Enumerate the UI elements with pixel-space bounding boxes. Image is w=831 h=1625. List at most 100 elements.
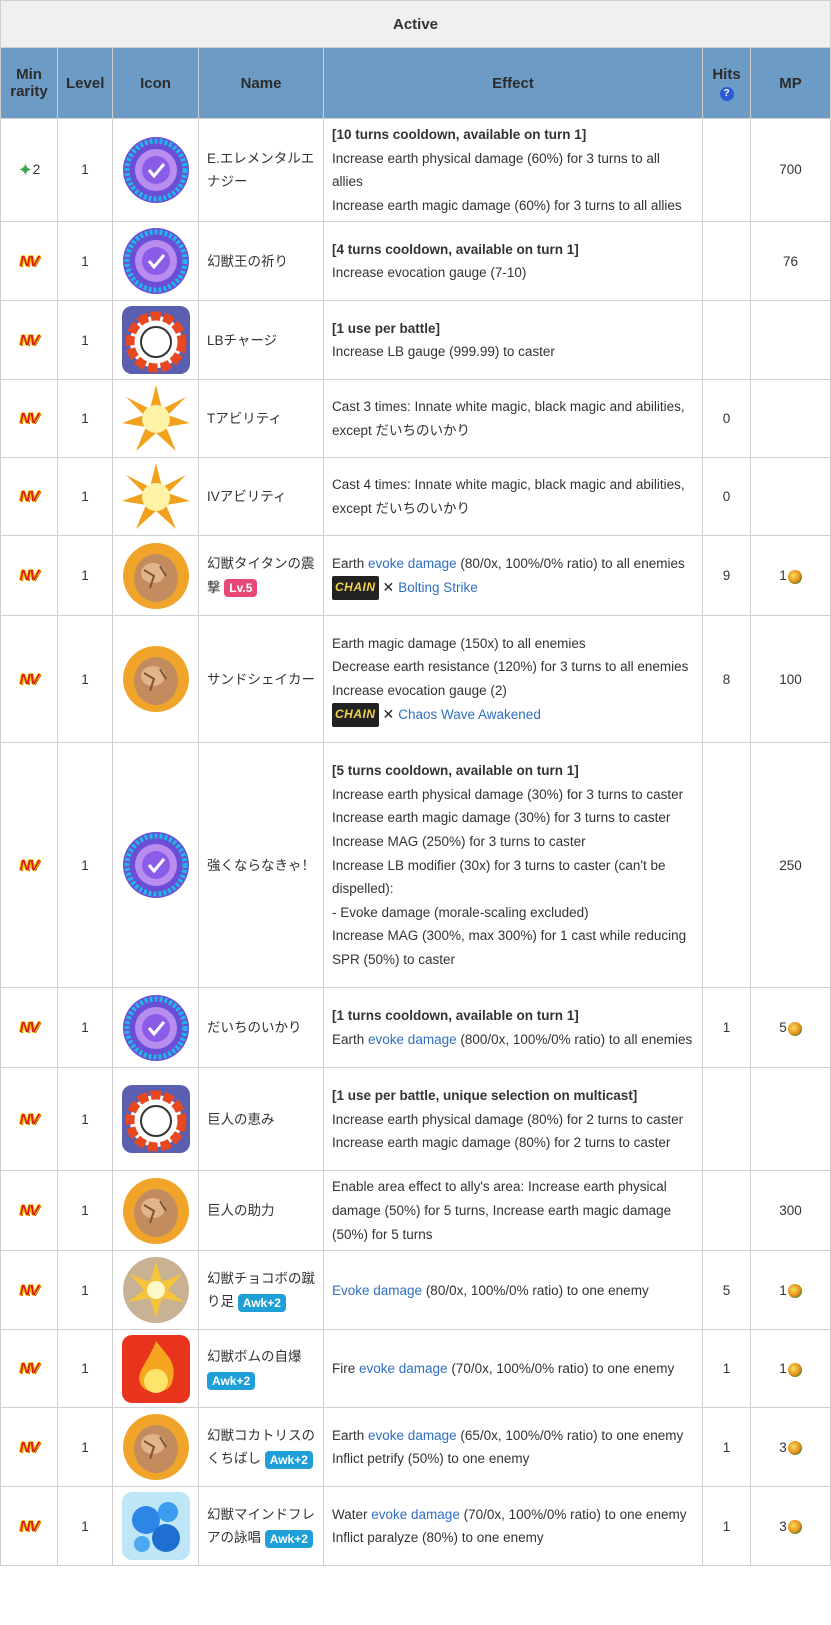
effect-text: Fire — [332, 1361, 359, 1377]
effect-text: (80/0x, 100%/0% ratio) to all enemies — [456, 555, 685, 571]
vortex-icon — [120, 225, 192, 297]
evoke-damage-link[interactable]: evoke damage — [371, 1507, 460, 1522]
nv-rarity-icon: NV — [19, 1202, 40, 1220]
col-mp[interactable]: MP — [749, 47, 831, 119]
name-cell[interactable]: 幻獣チョコボの蹴り足 Awk+2 — [198, 1250, 324, 1331]
nv-rarity-icon: NV — [19, 1019, 40, 1037]
evoke-damage-link[interactable]: evoke damage — [368, 556, 457, 571]
rock-icon — [120, 540, 192, 612]
table-row: NV 1 幻獣タイタンの震撃 Lv.5 Earth evoke damage (… — [0, 535, 831, 617]
chain-link[interactable]: Bolting Strike — [398, 580, 478, 595]
col-icon[interactable]: Icon — [112, 47, 199, 119]
level-cell: 1 — [57, 1407, 113, 1488]
esper-orb-icon — [787, 1520, 802, 1535]
rarity-cell: NV — [0, 1329, 58, 1409]
effect-line: - Evoke damage (morale-scaling excluded) — [332, 904, 589, 920]
name-cell[interactable]: E.エレメンタルエナジー — [198, 117, 324, 223]
level-cell: 1 — [57, 379, 113, 459]
name-cell[interactable]: 幻獣タイタンの震撃 Lv.5 — [198, 535, 324, 617]
effect-line: Increase earth magic damage (30%) for 3 … — [332, 810, 671, 826]
effect-text: (80/0x, 100%/0% ratio) to one enemy — [422, 1282, 649, 1298]
ability-name[interactable]: Tアビリティ — [207, 411, 282, 426]
mp-cell: 1 — [749, 1329, 831, 1409]
name-cell[interactable]: 巨人の恵み — [198, 1067, 324, 1172]
table-row: NV 1 幻獣マインドフレアの詠唱 Awk+2 Water evoke dama… — [0, 1486, 831, 1567]
starburst-icon — [120, 461, 192, 533]
name-cell[interactable]: 巨人の助力 — [198, 1170, 324, 1252]
col-level[interactable]: Level — [57, 47, 113, 119]
effect-line: Increase LB gauge (999.99) to caster — [332, 344, 555, 360]
ability-name[interactable]: 巨人の助力 — [207, 1203, 275, 1218]
name-cell[interactable]: 幻獣王の祈り — [198, 221, 324, 302]
evoke-damage-link[interactable]: evoke damage — [368, 1032, 457, 1047]
ability-name[interactable]: 強くならなきゃ！ — [207, 858, 315, 873]
name-cell[interactable]: IVアビリティ — [198, 457, 324, 537]
chain-line: CHAIN ✕ Bolting Strike — [332, 576, 694, 600]
ability-name[interactable]: IVアビリティ — [207, 489, 286, 504]
hits-cell — [702, 1067, 751, 1172]
effect-line: Inflict petrify (50%) to one enemy — [332, 1451, 530, 1467]
name-cell[interactable]: 幻獣マインドフレアの詠唱 Awk+2 — [198, 1486, 324, 1567]
nv-rarity-icon: NV — [19, 331, 40, 349]
crossed-swords-icon: ✕ — [382, 579, 395, 596]
esper-orb-icon — [787, 1021, 802, 1036]
effect-cell: [1 turns cooldown, available on turn 1] … — [323, 987, 703, 1069]
icon-cell — [112, 1067, 199, 1172]
hits-cell: 1 — [702, 1486, 751, 1567]
effect-line: Decrease earth resistance (120%) for 3 t… — [332, 659, 689, 675]
name-cell[interactable]: 強くならなきゃ！ — [198, 742, 324, 989]
nv-rarity-icon: NV — [19, 488, 40, 506]
evoke-damage-link[interactable]: Evoke damage — [332, 1283, 422, 1298]
name-cell[interactable]: サンドシェイカー — [198, 615, 324, 744]
ability-name[interactable]: 巨人の恵み — [207, 1112, 275, 1127]
name-cell[interactable]: LBチャージ — [198, 300, 324, 381]
ability-name[interactable]: LBチャージ — [207, 333, 277, 348]
ability-name[interactable]: E.エレメンタルエナジー — [207, 151, 314, 190]
chain-link[interactable]: Chaos Wave Awakened — [398, 707, 541, 722]
level-cell: 1 — [57, 1250, 113, 1331]
ability-name[interactable]: サンドシェイカー — [207, 672, 315, 687]
hits-cell — [702, 117, 751, 223]
help-icon[interactable]: ? — [719, 86, 734, 101]
esper-orb-icon — [787, 569, 802, 584]
vortex-icon — [120, 992, 192, 1064]
effect-cell: Earth evoke damage (80/0x, 100%/0% ratio… — [323, 535, 703, 617]
evoke-damage-link[interactable]: evoke damage — [359, 1361, 448, 1376]
effect-cell: [4 turns cooldown, available on turn 1] … — [323, 221, 703, 302]
icon-cell — [112, 987, 199, 1069]
effect-line: Water evoke damage (70/0x, 100%/0% ratio… — [332, 1503, 694, 1527]
effect-line: Cast 3 times: Innate white magic, black … — [332, 399, 685, 438]
hits-cell: 8 — [702, 615, 751, 744]
name-cell[interactable]: 幻獣ボムの自爆 Awk+2 — [198, 1329, 324, 1409]
name-cell[interactable]: だいちのいかり — [198, 987, 324, 1069]
table-row: ✦2 1 E.エレメンタルエナジー [10 turns cooldown, av… — [0, 117, 831, 223]
table-row: NV 1 幻獣王の祈り [4 turns cooldown, available… — [0, 221, 831, 302]
name-cell[interactable]: 幻獣コカトリスのくちばし Awk+2 — [198, 1407, 324, 1488]
hits-cell: 0 — [702, 457, 751, 537]
nv-rarity-icon: NV — [19, 670, 40, 688]
col-effect[interactable]: Effect — [323, 47, 703, 119]
ability-name[interactable]: 幻獣王の祈り — [207, 254, 288, 269]
mp-cell: 3 — [749, 1486, 831, 1567]
level-cell: 1 — [57, 1067, 113, 1172]
effect-line: Earth evoke damage (65/0x, 100%/0% ratio… — [332, 1424, 694, 1448]
level-cell: 1 — [57, 535, 113, 617]
col-min-rarity[interactable]: Min rarity — [0, 47, 58, 119]
chain-icon: CHAIN — [332, 703, 379, 727]
ability-name[interactable]: 幻獣ボムの自爆 — [207, 1349, 302, 1364]
table-row: NV 1 幻獣チョコボの蹴り足 Awk+2 Evoke damage (80/0… — [0, 1250, 831, 1331]
rarity-cell: NV — [0, 742, 58, 989]
effect-cell: Enable area effect to ally's area: Incre… — [323, 1170, 703, 1252]
col-name[interactable]: Name — [198, 47, 324, 119]
ability-name[interactable]: だいちのいかり — [207, 1020, 302, 1035]
evoke-damage-link[interactable]: evoke damage — [368, 1428, 457, 1443]
ability-name[interactable]: 幻獣タイタンの震撃 — [207, 556, 314, 595]
name-cell[interactable]: Tアビリティ — [198, 379, 324, 459]
mp-cell: 100 — [749, 615, 831, 744]
table-row: NV 1 だいちのいかり [1 turns cooldown, availabl… — [0, 987, 831, 1069]
effect-line: Increase evocation gauge (2) — [332, 683, 507, 699]
col-hits[interactable]: Hits? — [702, 47, 751, 119]
level-cell: 1 — [57, 987, 113, 1069]
level-cell: 1 — [57, 117, 113, 223]
effect-line: Inflict paralyze (80%) to one enemy — [332, 1530, 544, 1546]
